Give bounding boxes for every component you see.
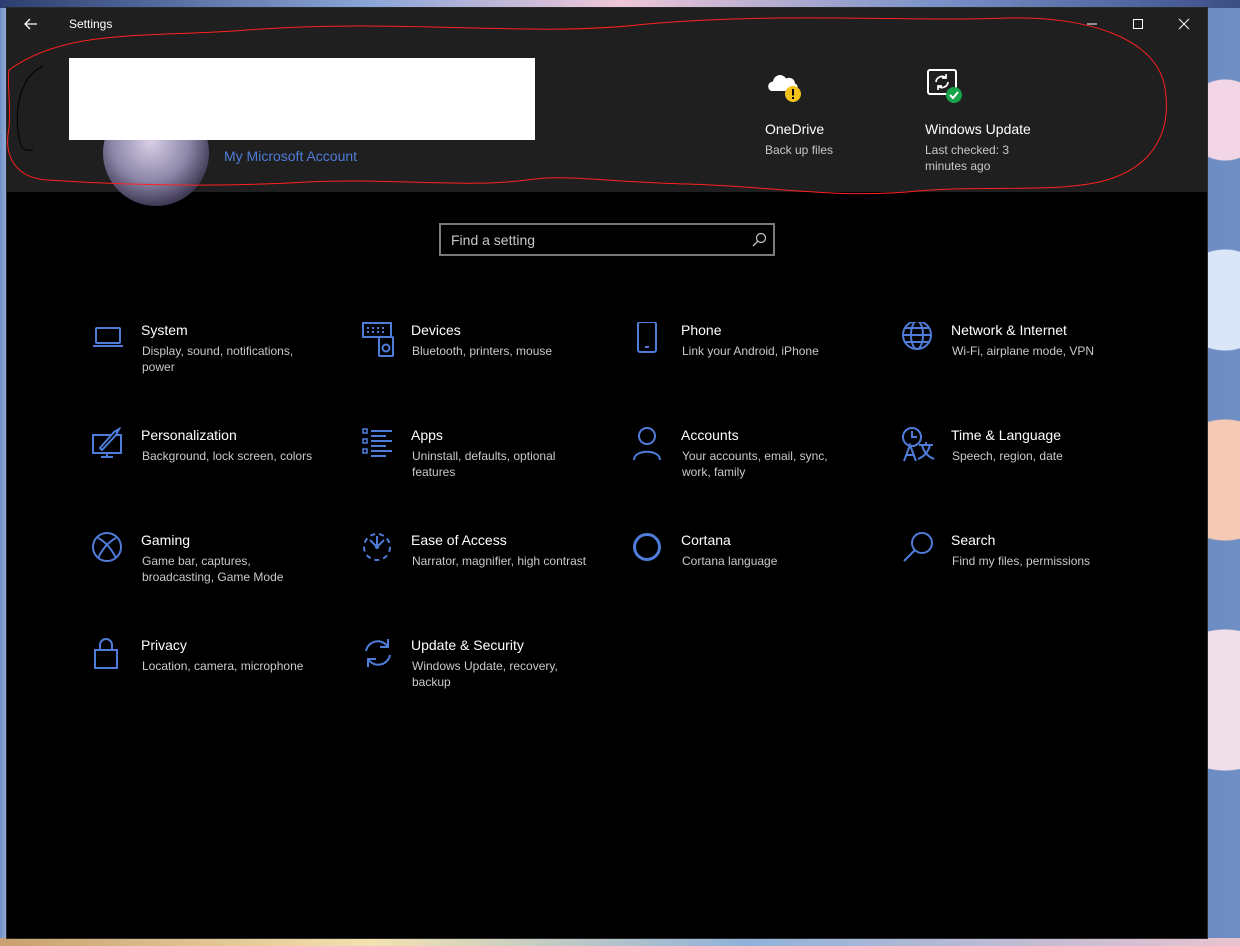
globe-icon — [902, 322, 938, 358]
category-desc: Cortana language — [682, 554, 778, 568]
cloud-warning-icon — [765, 66, 805, 106]
category-name: Ease of Access — [411, 532, 507, 548]
category-desc: Speech, region, date — [952, 449, 1063, 463]
category-name: Search — [951, 532, 996, 548]
update-check-icon — [925, 66, 965, 106]
search-icon — [902, 532, 938, 568]
category-desc: Windows Update, recovery, backup — [412, 659, 558, 689]
redacted-account-info — [69, 58, 535, 140]
find-setting-search[interactable] — [439, 223, 775, 256]
ease-of-access-icon — [362, 532, 398, 568]
category-name: Gaming — [141, 532, 191, 548]
category-devices[interactable]: Devices Bluetooth, printers, mouse — [362, 322, 612, 402]
windows-update-tile[interactable]: Windows Update Last checked: 3 minutes a… — [925, 66, 1055, 186]
minimize-button[interactable] — [1069, 8, 1115, 40]
category-search[interactable]: Search Find my files, permissions — [902, 532, 1152, 612]
category-name: Accounts — [681, 427, 739, 443]
window-title: Settings — [69, 17, 113, 31]
close-button[interactable] — [1161, 8, 1207, 40]
account-header: My Microsoft Account OneDrive Back up fi… — [7, 40, 1207, 206]
category-update-security[interactable]: Update & Security Windows Update, recove… — [362, 637, 612, 717]
close-icon — [1178, 18, 1190, 30]
maximize-button[interactable] — [1115, 8, 1161, 40]
search-input[interactable] — [441, 225, 751, 254]
category-desc: Narrator, magnifier, high contrast — [412, 554, 587, 568]
windows-update-title: Windows Update — [925, 121, 1031, 137]
back-button[interactable] — [19, 14, 43, 34]
laptop-icon — [92, 322, 128, 358]
devices-icon — [362, 322, 398, 358]
xbox-icon — [92, 532, 128, 568]
category-name: Devices — [411, 322, 461, 338]
category-name: Cortana — [681, 532, 731, 548]
category-system[interactable]: System Display, sound, notifications, po… — [92, 322, 342, 402]
category-name: Time & Language — [951, 427, 1061, 443]
back-arrow-icon — [24, 18, 37, 30]
category-network-internet[interactable]: Network & Internet Wi-Fi, airplane mode,… — [902, 322, 1152, 402]
windows-update-subtitle: Last checked: 3 minutes ago — [925, 143, 1010, 173]
desktop-wallpaper-bottom — [0, 938, 1240, 946]
phone-icon — [632, 322, 668, 358]
category-cortana[interactable]: Cortana Cortana language — [632, 532, 882, 612]
maximize-icon — [1133, 19, 1143, 29]
category-desc: Background, lock screen, colors — [142, 449, 313, 463]
category-ease-of-access[interactable]: Ease of Access Narrator, magnifier, high… — [362, 532, 612, 612]
category-desc: Uninstall, defaults, optional features — [412, 449, 556, 479]
category-desc: Game bar, captures, broadcasting, Game M… — [142, 554, 284, 584]
lock-icon — [92, 637, 128, 673]
onedrive-subtitle: Back up files — [765, 143, 834, 157]
search-icon[interactable] — [751, 232, 767, 248]
category-desc: Bluetooth, printers, mouse — [412, 344, 553, 358]
title-bar: Settings — [7, 8, 1207, 40]
my-microsoft-account-link[interactable]: My Microsoft Account — [224, 148, 357, 164]
category-phone[interactable]: Phone Link your Android, iPhone — [632, 322, 882, 402]
category-name: Phone — [681, 322, 722, 338]
onedrive-tile[interactable]: OneDrive Back up files — [765, 66, 885, 176]
category-name: System — [141, 322, 188, 338]
category-name: Update & Security — [411, 637, 524, 653]
category-desc: Your accounts, email, sync, work, family — [682, 449, 828, 479]
category-name: Privacy — [141, 637, 187, 653]
category-name: Personalization — [141, 427, 237, 443]
category-desc: Display, sound, notifications, power — [142, 344, 294, 374]
category-time-language[interactable]: Time & Language Speech, region, date — [902, 427, 1152, 507]
category-desc: Link your Android, iPhone — [682, 344, 819, 358]
category-gaming[interactable]: Gaming Game bar, captures, broadcasting,… — [92, 532, 342, 612]
settings-window: Settings My Microsoft Account OneDrive B… — [7, 8, 1207, 938]
onedrive-title: OneDrive — [765, 121, 825, 137]
time-language-icon — [902, 427, 938, 463]
category-apps[interactable]: Apps Uninstall, defaults, optional featu… — [362, 427, 612, 507]
cortana-icon — [632, 532, 668, 568]
desktop-wallpaper — [0, 0, 1240, 8]
category-privacy[interactable]: Privacy Location, camera, microphone — [92, 637, 342, 717]
apps-list-icon — [362, 427, 398, 463]
category-name: Apps — [411, 427, 443, 443]
paint-icon — [92, 427, 128, 463]
category-name: Network & Internet — [951, 322, 1067, 338]
category-accounts[interactable]: Accounts Your accounts, email, sync, wor… — [632, 427, 882, 507]
minimize-icon — [1087, 23, 1097, 25]
category-personalization[interactable]: Personalization Background, lock screen,… — [92, 427, 342, 507]
person-icon — [632, 427, 668, 463]
category-desc: Wi-Fi, airplane mode, VPN — [952, 344, 1095, 358]
category-desc: Find my files, permissions — [952, 554, 1091, 568]
category-desc: Location, camera, microphone — [142, 659, 304, 673]
sync-icon — [362, 637, 398, 673]
